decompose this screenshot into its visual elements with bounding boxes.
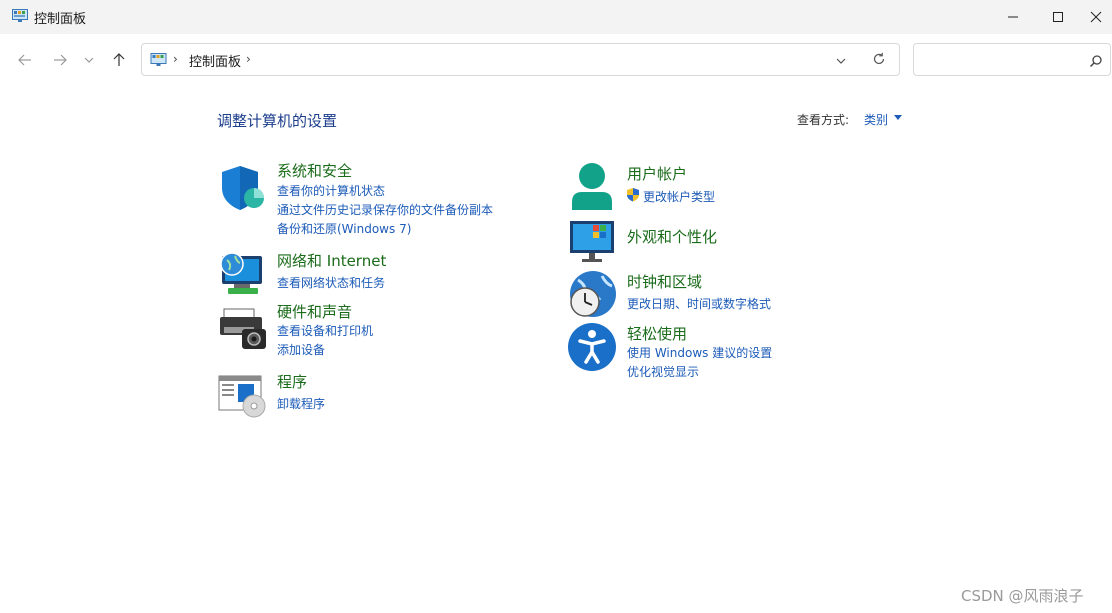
printer-icon	[220, 308, 266, 349]
link-view-computer-status[interactable]: 查看你的计算机状态	[277, 182, 385, 199]
category-title[interactable]: 网络和 Internet	[277, 250, 386, 271]
network-globe-icon	[220, 252, 262, 294]
view-by-arrow-icon[interactable]	[894, 115, 902, 120]
refresh-icon	[873, 52, 885, 65]
recent-locations-button[interactable]	[79, 48, 99, 72]
close-icon	[1090, 11, 1102, 23]
breadcrumb-control-panel[interactable]: 控制面板	[189, 51, 241, 70]
link-change-date-time-format[interactable]: 更改日期、时间或数字格式	[627, 295, 771, 312]
minimize-icon	[1008, 16, 1018, 18]
control-panel-app-icon	[12, 9, 28, 22]
up-arrow-icon	[113, 53, 125, 66]
view-by-dropdown[interactable]: 类别	[864, 111, 888, 128]
breadcrumb-separator[interactable]: ›	[246, 52, 251, 66]
breadcrumb-separator[interactable]: ›	[173, 52, 178, 66]
up-button[interactable]	[107, 48, 131, 72]
category-title[interactable]: 程序	[277, 371, 307, 392]
category-title[interactable]: 用户帐户	[627, 163, 687, 184]
link-devices-printers[interactable]: 查看设备和打印机	[277, 322, 373, 339]
personalization-monitor-icon	[570, 221, 614, 262]
category-title[interactable]: 时钟和区域	[627, 271, 702, 292]
minimize-button[interactable]	[990, 0, 1036, 34]
close-button[interactable]	[1080, 0, 1112, 34]
link-add-device[interactable]: 添加设备	[277, 341, 325, 358]
window-title: 控制面板	[34, 12, 87, 27]
search-box[interactable]	[913, 43, 1111, 76]
title-bar: 控制面板	[0, 0, 1112, 34]
link-recommended-settings[interactable]: 使用 Windows 建议的设置	[627, 344, 772, 361]
programs-icon	[218, 375, 266, 418]
link-uninstall-program[interactable]: 卸载程序	[277, 395, 325, 412]
page-title: 调整计算机的设置	[217, 112, 338, 130]
link-backup-restore[interactable]: 备份和还原(Windows 7)	[277, 220, 411, 237]
chevron-down-icon	[836, 58, 846, 64]
control-panel-crumb-icon	[150, 53, 167, 66]
search-input[interactable]	[920, 50, 1084, 70]
back-arrow-icon	[18, 54, 31, 66]
security-shield-icon	[222, 166, 264, 210]
address-dropdown-button[interactable]	[835, 52, 847, 71]
accessibility-icon	[568, 323, 616, 371]
forward-arrow-icon	[54, 54, 67, 66]
view-by-label: 查看方式:	[797, 113, 850, 127]
maximize-button[interactable]	[1035, 0, 1081, 34]
link-optimize-visual-display[interactable]: 优化视觉显示	[627, 363, 699, 380]
clock-globe-icon	[570, 271, 616, 317]
chevron-down-icon	[84, 57, 94, 63]
category-title[interactable]: 系统和安全	[277, 160, 352, 181]
link-change-account-type[interactable]: 更改帐户类型	[643, 188, 715, 205]
back-button[interactable]	[13, 48, 37, 72]
watermark: CSDN @风雨浪子	[961, 587, 1084, 605]
address-bar[interactable]: › 控制面板 ›	[141, 43, 900, 76]
category-title[interactable]: 轻松使用	[627, 323, 687, 344]
search-icon	[1089, 53, 1103, 72]
uac-shield-icon	[627, 188, 639, 202]
link-network-status[interactable]: 查看网络状态和任务	[277, 274, 385, 291]
refresh-button[interactable]	[872, 51, 886, 70]
user-account-icon	[572, 163, 612, 210]
link-file-history[interactable]: 通过文件历史记录保存你的文件备份副本	[277, 201, 493, 218]
category-title[interactable]: 硬件和声音	[277, 301, 352, 322]
forward-button[interactable]	[48, 48, 72, 72]
maximize-icon	[1053, 12, 1063, 22]
category-title[interactable]: 外观和个性化	[627, 226, 717, 247]
